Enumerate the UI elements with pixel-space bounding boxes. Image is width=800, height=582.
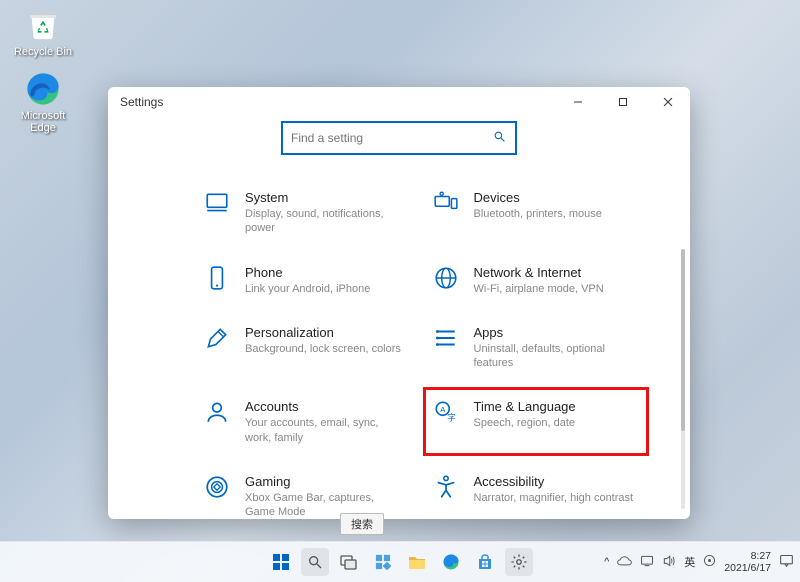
time-language-icon	[432, 398, 460, 426]
desktop-icon-label: Recycle Bin	[8, 46, 78, 58]
onedrive-icon[interactable]	[617, 555, 632, 569]
category-desc: Link your Android, iPhone	[245, 282, 370, 296]
category-title: Phone	[245, 265, 370, 280]
ime-indicator[interactable]: 英	[684, 554, 695, 570]
category-accessibility[interactable]: Accessibility Narrator, magnifier, high c…	[432, 473, 641, 519]
category-desc: Speech, region, date	[474, 416, 576, 430]
settings-categories: System Display, sound, notifications, pow…	[108, 169, 690, 519]
category-desc: Uninstall, defaults, optional features	[474, 342, 634, 371]
category-desc: Display, sound, notifications, power	[245, 207, 405, 236]
folder-icon	[408, 554, 426, 570]
category-title: Time & Language	[474, 399, 576, 414]
network-icon[interactable]	[640, 554, 654, 571]
minimize-icon	[573, 97, 583, 107]
taskbar-search-button[interactable]	[301, 548, 329, 576]
edge-button[interactable]	[437, 548, 465, 576]
category-title: System	[245, 190, 405, 205]
taskbar-tooltip: 搜索	[340, 513, 384, 535]
category-desc: Narrator, magnifier, high contrast	[474, 491, 634, 505]
window-title: Settings	[120, 95, 555, 109]
desktop-icon-label: Microsoft Edge	[8, 110, 78, 134]
clock-date: 2021/6/17	[724, 562, 771, 574]
store-button[interactable]	[471, 548, 499, 576]
close-button[interactable]	[645, 87, 690, 117]
category-title: Network & Internet	[474, 265, 604, 280]
category-devices[interactable]: Devices Bluetooth, printers, mouse	[432, 189, 641, 236]
maximize-button[interactable]	[600, 87, 645, 117]
settings-window: Settings System Display, sound, notificat…	[108, 87, 690, 519]
edge-icon	[442, 553, 460, 571]
category-time-language[interactable]: Time & Language Speech, region, date	[424, 388, 649, 455]
search-icon	[307, 554, 323, 570]
notifications-button[interactable]	[779, 553, 794, 571]
category-desc: Your accounts, email, sync, work, family	[245, 416, 405, 445]
category-desc: Wi-Fi, airplane mode, VPN	[474, 282, 604, 296]
close-icon	[663, 97, 673, 107]
settings-taskbar-button[interactable]	[505, 548, 533, 576]
system-icon	[203, 189, 231, 217]
scrollbar-thumb[interactable]	[681, 249, 685, 431]
volume-icon[interactable]	[662, 554, 676, 571]
recycle-bin-icon	[24, 6, 62, 44]
minimize-button[interactable]	[555, 87, 600, 117]
accounts-icon	[203, 398, 231, 426]
task-view-icon	[340, 553, 358, 571]
category-desc: Background, lock screen, colors	[245, 342, 401, 356]
category-apps[interactable]: Apps Uninstall, defaults, optional featur…	[432, 324, 641, 371]
category-personalization[interactable]: Personalization Background, lock screen, …	[203, 324, 412, 371]
search-icon	[489, 130, 515, 146]
accessibility-icon	[432, 473, 460, 501]
devices-icon	[432, 189, 460, 217]
maximize-icon	[618, 97, 628, 107]
desktop-icon-recycle-bin[interactable]: Recycle Bin	[8, 6, 78, 58]
category-title: Apps	[474, 325, 634, 340]
start-button[interactable]	[267, 548, 295, 576]
ime-mode-icon[interactable]	[703, 554, 716, 570]
windows-icon	[272, 553, 290, 571]
network-icon	[432, 264, 460, 292]
clock-time: 8:27	[724, 550, 771, 562]
category-phone[interactable]: Phone Link your Android, iPhone	[203, 264, 412, 296]
store-icon	[476, 553, 494, 571]
personalization-icon	[203, 324, 231, 352]
category-title: Devices	[474, 190, 602, 205]
category-title: Gaming	[245, 474, 405, 489]
desktop-icon-edge[interactable]: Microsoft Edge	[8, 70, 78, 134]
gear-icon	[510, 553, 528, 571]
category-network[interactable]: Network & Internet Wi-Fi, airplane mode, …	[432, 264, 641, 296]
category-accounts[interactable]: Accounts Your accounts, email, sync, work…	[203, 398, 412, 445]
category-title: Accessibility	[474, 474, 634, 489]
explorer-button[interactable]	[403, 548, 431, 576]
taskbar: ^ 英 8:27 2021/6/17	[0, 541, 800, 582]
taskbar-center	[267, 548, 533, 576]
window-controls	[555, 87, 690, 117]
widgets-icon	[375, 554, 391, 570]
titlebar: Settings	[108, 87, 690, 117]
category-system[interactable]: System Display, sound, notifications, pow…	[203, 189, 412, 236]
category-desc: Bluetooth, printers, mouse	[474, 207, 602, 221]
clock[interactable]: 8:27 2021/6/17	[724, 550, 771, 574]
edge-icon	[24, 70, 62, 108]
scrollbar[interactable]	[681, 249, 685, 509]
gaming-icon	[203, 473, 231, 501]
category-title: Personalization	[245, 325, 401, 340]
widgets-button[interactable]	[369, 548, 397, 576]
phone-icon	[203, 264, 231, 292]
apps-icon	[432, 324, 460, 352]
search-input[interactable]	[283, 131, 489, 145]
search-row	[108, 117, 690, 169]
search-box[interactable]	[281, 121, 517, 155]
category-title: Accounts	[245, 399, 405, 414]
task-view-button[interactable]	[335, 548, 363, 576]
tray-chevron-icon[interactable]: ^	[604, 556, 609, 568]
system-tray: ^ 英 8:27 2021/6/17	[604, 550, 794, 574]
